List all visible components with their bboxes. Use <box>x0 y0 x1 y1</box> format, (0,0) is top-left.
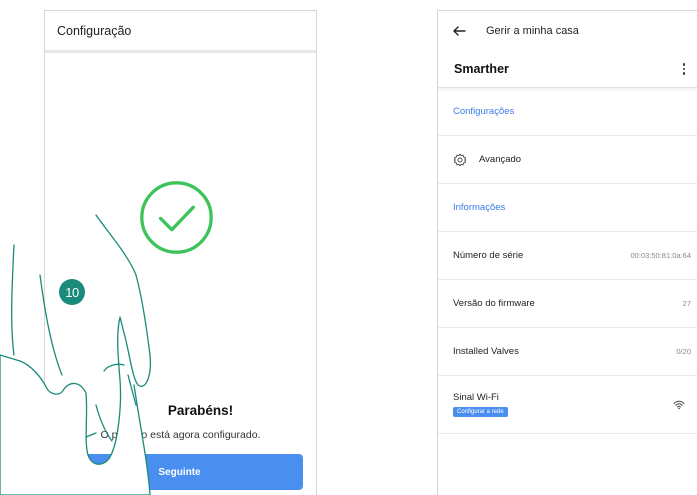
valves-value: 0/20 <box>676 347 691 356</box>
manage-home-screen: Gerir a minha casa Smarther Configuraçõe… <box>437 10 697 495</box>
device-name: Smarther <box>454 62 509 76</box>
success-title: Parabéns! <box>167 403 234 418</box>
firmware-value: 27 <box>682 299 691 308</box>
setup-screen: Configuração Parabéns! O produto está ag… <box>44 10 317 495</box>
more-options-icon[interactable] <box>679 63 689 75</box>
settings-section-title: Configurações <box>438 88 697 136</box>
top-bar: Gerir a minha casa <box>438 11 697 51</box>
check-circle-icon <box>140 181 213 254</box>
configure-network-button[interactable]: Configurar a rede <box>453 407 508 417</box>
device-bar: Smarther <box>438 51 697 88</box>
serial-row: Número de série 00:03:50:81:0a:64 <box>438 232 697 280</box>
page-title: Configuração <box>57 23 132 38</box>
advanced-row[interactable]: Avançado <box>438 136 697 184</box>
info-section-title: Informações <box>438 184 697 232</box>
setup-header: Configuração <box>45 11 316 53</box>
firmware-label: Versão do firmware <box>453 298 535 309</box>
next-button[interactable]: Seguinte <box>56 454 303 490</box>
advanced-label: Avançado <box>479 154 522 165</box>
back-arrow-icon[interactable] <box>452 26 466 36</box>
valves-label: Installed Valves <box>453 346 519 357</box>
success-subtitle: O produto está agora configurado. <box>100 429 261 441</box>
screen-title: Gerir a minha casa <box>486 25 579 37</box>
valves-row: Installed Valves 0/20 <box>438 328 697 376</box>
serial-value: 00:03:50:81:0a:64 <box>630 251 691 260</box>
wifi-row: Sinal Wi-Fi Configurar a rede <box>438 376 697 434</box>
gear-icon <box>453 153 467 166</box>
step-badge: 10 <box>59 279 85 305</box>
wifi-label: Sinal Wi-Fi <box>453 392 499 403</box>
firmware-row: Versão do firmware 27 <box>438 280 697 328</box>
serial-label: Número de série <box>453 250 524 261</box>
wifi-icon <box>673 400 685 409</box>
